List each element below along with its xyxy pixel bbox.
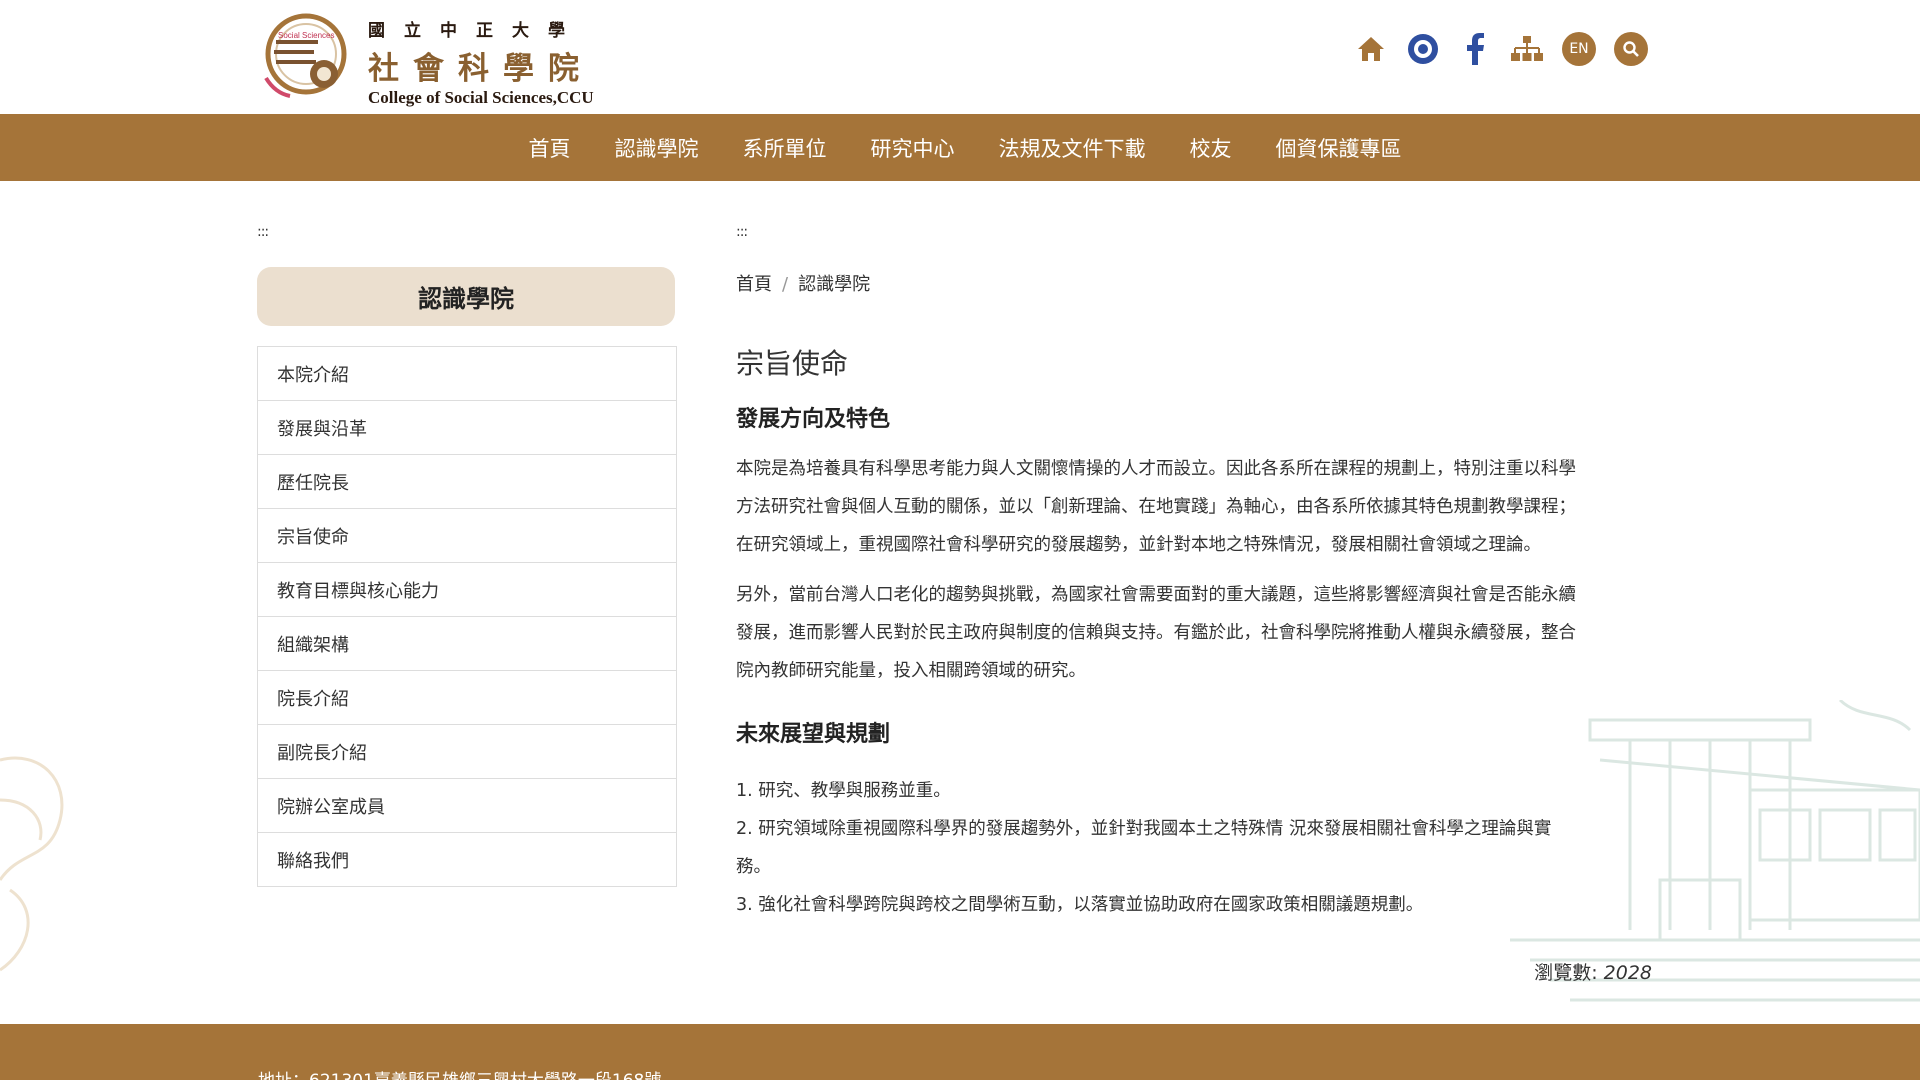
search-icon: [1623, 41, 1639, 57]
paragraph-2: 另外，當前台灣人口老化的趨勢與挑戰，為國家社會需要面對的重大議題，這些將影響經濟…: [736, 576, 1656, 690]
paragraph-1-line: 方法研究社會與個人互動的關係，並以「創新理論、在地實踐」為軸心，由各系所依據其特…: [736, 497, 1576, 517]
breadcrumb-current[interactable]: 認識學院: [798, 274, 870, 295]
paragraph-1: 本院是為培養具有科學思考能力與人文關懷情操的人才而設立。因此各系所在課程的規劃上…: [736, 450, 1656, 564]
page-title: 宗旨使命: [736, 347, 849, 380]
search-icon-wrap: [1614, 32, 1648, 66]
ccu-emblem-icon: [1408, 34, 1438, 64]
nav-item-regulations[interactable]: 法規及文件下載: [977, 133, 1168, 163]
future-plan-list: 1. 研究、教學與服務並重。 2. 研究領域除重視國際科學界的發展趨勢外，並針對…: [736, 772, 1656, 924]
ccu-link[interactable]: [1406, 32, 1440, 66]
nav-item-departments[interactable]: 系所單位: [721, 133, 849, 163]
section-heading-direction: 發展方向及特色: [736, 407, 891, 432]
breadcrumb-home[interactable]: 首頁: [736, 274, 772, 295]
breadcrumb-separator: /: [782, 274, 789, 295]
paragraph-1-line: 在研究領域上，重視國際社會科學研究的發展趨勢，並針對本地之特殊情況，發展相關社會…: [736, 535, 1541, 555]
svg-text:Social Sciences: Social Sciences: [278, 31, 334, 40]
english-button[interactable]: EN: [1562, 32, 1596, 66]
site-header: Social Sciences 國立中正大學 社會科學院 College of …: [0, 0, 1920, 114]
college-emblem-icon: Social Sciences: [264, 13, 347, 98]
logo-english-name: College of Social Sciences,CCU: [368, 88, 594, 107]
facebook-icon: [1467, 33, 1484, 65]
nav-item-about[interactable]: 認識學院: [593, 133, 721, 163]
paragraph-2-line: 院內教師研究能量，投入相關跨領域的研究。: [736, 661, 1086, 681]
site-footer: 地址：621301嘉義縣民雄鄉三興村大學路一段168號: [0, 1024, 1920, 1091]
site-logo[interactable]: Social Sciences 國立中正大學 社會科學院 College of …: [258, 12, 628, 107]
sidebar-menu: 本院介紹 發展與沿革 歷任院長 宗旨使命 教育目標與核心能力 組織架構 院長介紹…: [257, 346, 677, 887]
sidebar-item-education-goals[interactable]: 教育目標與核心能力: [258, 563, 676, 617]
footer-address: 地址：621301嘉義縣民雄鄉三興村大學路一段168號: [258, 1071, 662, 1091]
list-item: 1. 研究、教學與服務並重。: [736, 781, 951, 801]
breadcrumb: 首頁 / 認識學院: [736, 270, 870, 296]
sidebar-item-former-deans[interactable]: 歷任院長: [258, 455, 676, 509]
sidebar-title: 認識學院: [257, 267, 675, 326]
main-nav: 首頁 認識學院 系所單位 研究中心 法規及文件下載 校友 個資保護專區: [0, 114, 1920, 181]
nav-item-home[interactable]: 首頁: [507, 133, 593, 163]
list-item: 2. 研究領域除重視國際科學界的發展趨勢外，並針對我國本土之特殊情 況來發展相關…: [736, 819, 1552, 839]
sidebar-item-dean[interactable]: 院長介紹: [258, 671, 676, 725]
sidebar-item-introduction[interactable]: 本院介紹: [258, 347, 676, 401]
search-button[interactable]: [1614, 32, 1648, 66]
list-item: 3. 強化社會科學跨院與跨校之間學術互動，以落實並協助政府在國家政策相關議題規劃…: [736, 895, 1424, 915]
article-content: 發展方向及特色 本院是為培養具有科學思考能力與人文關懷情操的人才而設立。因此各系…: [736, 400, 1656, 924]
paragraph-2-line: 另外，當前台灣人口老化的趨勢與挑戰，為國家社會需要面對的重大議題，這些將影響經濟…: [736, 585, 1576, 605]
nav-item-privacy[interactable]: 個資保護專區: [1254, 133, 1424, 163]
view-counter-label: 瀏覽數:: [1534, 962, 1598, 984]
home-link[interactable]: [1354, 32, 1388, 66]
decorative-flower-illustration: [0, 756, 64, 972]
sitemap-link[interactable]: [1510, 32, 1544, 66]
english-label: EN: [1562, 32, 1596, 66]
sitemap-icon: [1511, 36, 1543, 61]
sidebar-item-mission[interactable]: 宗旨使命: [258, 509, 676, 563]
paragraph-2-line: 發展，進而影響人民對於民主政府與制度的信賴與支持。有鑑於此，社會科學院將推動人權…: [736, 623, 1576, 643]
header-tools: EN: [1354, 32, 1648, 66]
view-counter-value: 2028: [1603, 962, 1652, 984]
sidebar-item-contact[interactable]: 聯絡我們: [258, 833, 676, 886]
sidebar-item-vice-dean[interactable]: 副院長介紹: [258, 725, 676, 779]
view-counter: 瀏覽數: 2028: [1534, 958, 1652, 985]
paragraph-1-line: 本院是為培養具有科學思考能力與人文關懷情操的人才而設立。因此各系所在課程的規劃上…: [736, 459, 1576, 479]
section-heading-future: 未來展望與規劃: [736, 722, 891, 747]
nav-item-research-centers[interactable]: 研究中心: [849, 133, 977, 163]
facebook-link[interactable]: [1458, 32, 1492, 66]
logo-college-name: 社會科學院: [368, 51, 593, 87]
home-icon: [1358, 37, 1384, 61]
accesskey-content[interactable]: :::: [736, 224, 748, 240]
sidebar-item-office-staff[interactable]: 院辦公室成員: [258, 779, 676, 833]
logo-university-name: 國立中正大學: [368, 21, 584, 41]
accesskey-left[interactable]: :::: [257, 224, 269, 240]
nav-item-alumni[interactable]: 校友: [1168, 133, 1254, 163]
list-item: 務。: [736, 857, 771, 877]
sidebar-item-history[interactable]: 發展與沿革: [258, 401, 676, 455]
sidebar-item-organization[interactable]: 組織架構: [258, 617, 676, 671]
